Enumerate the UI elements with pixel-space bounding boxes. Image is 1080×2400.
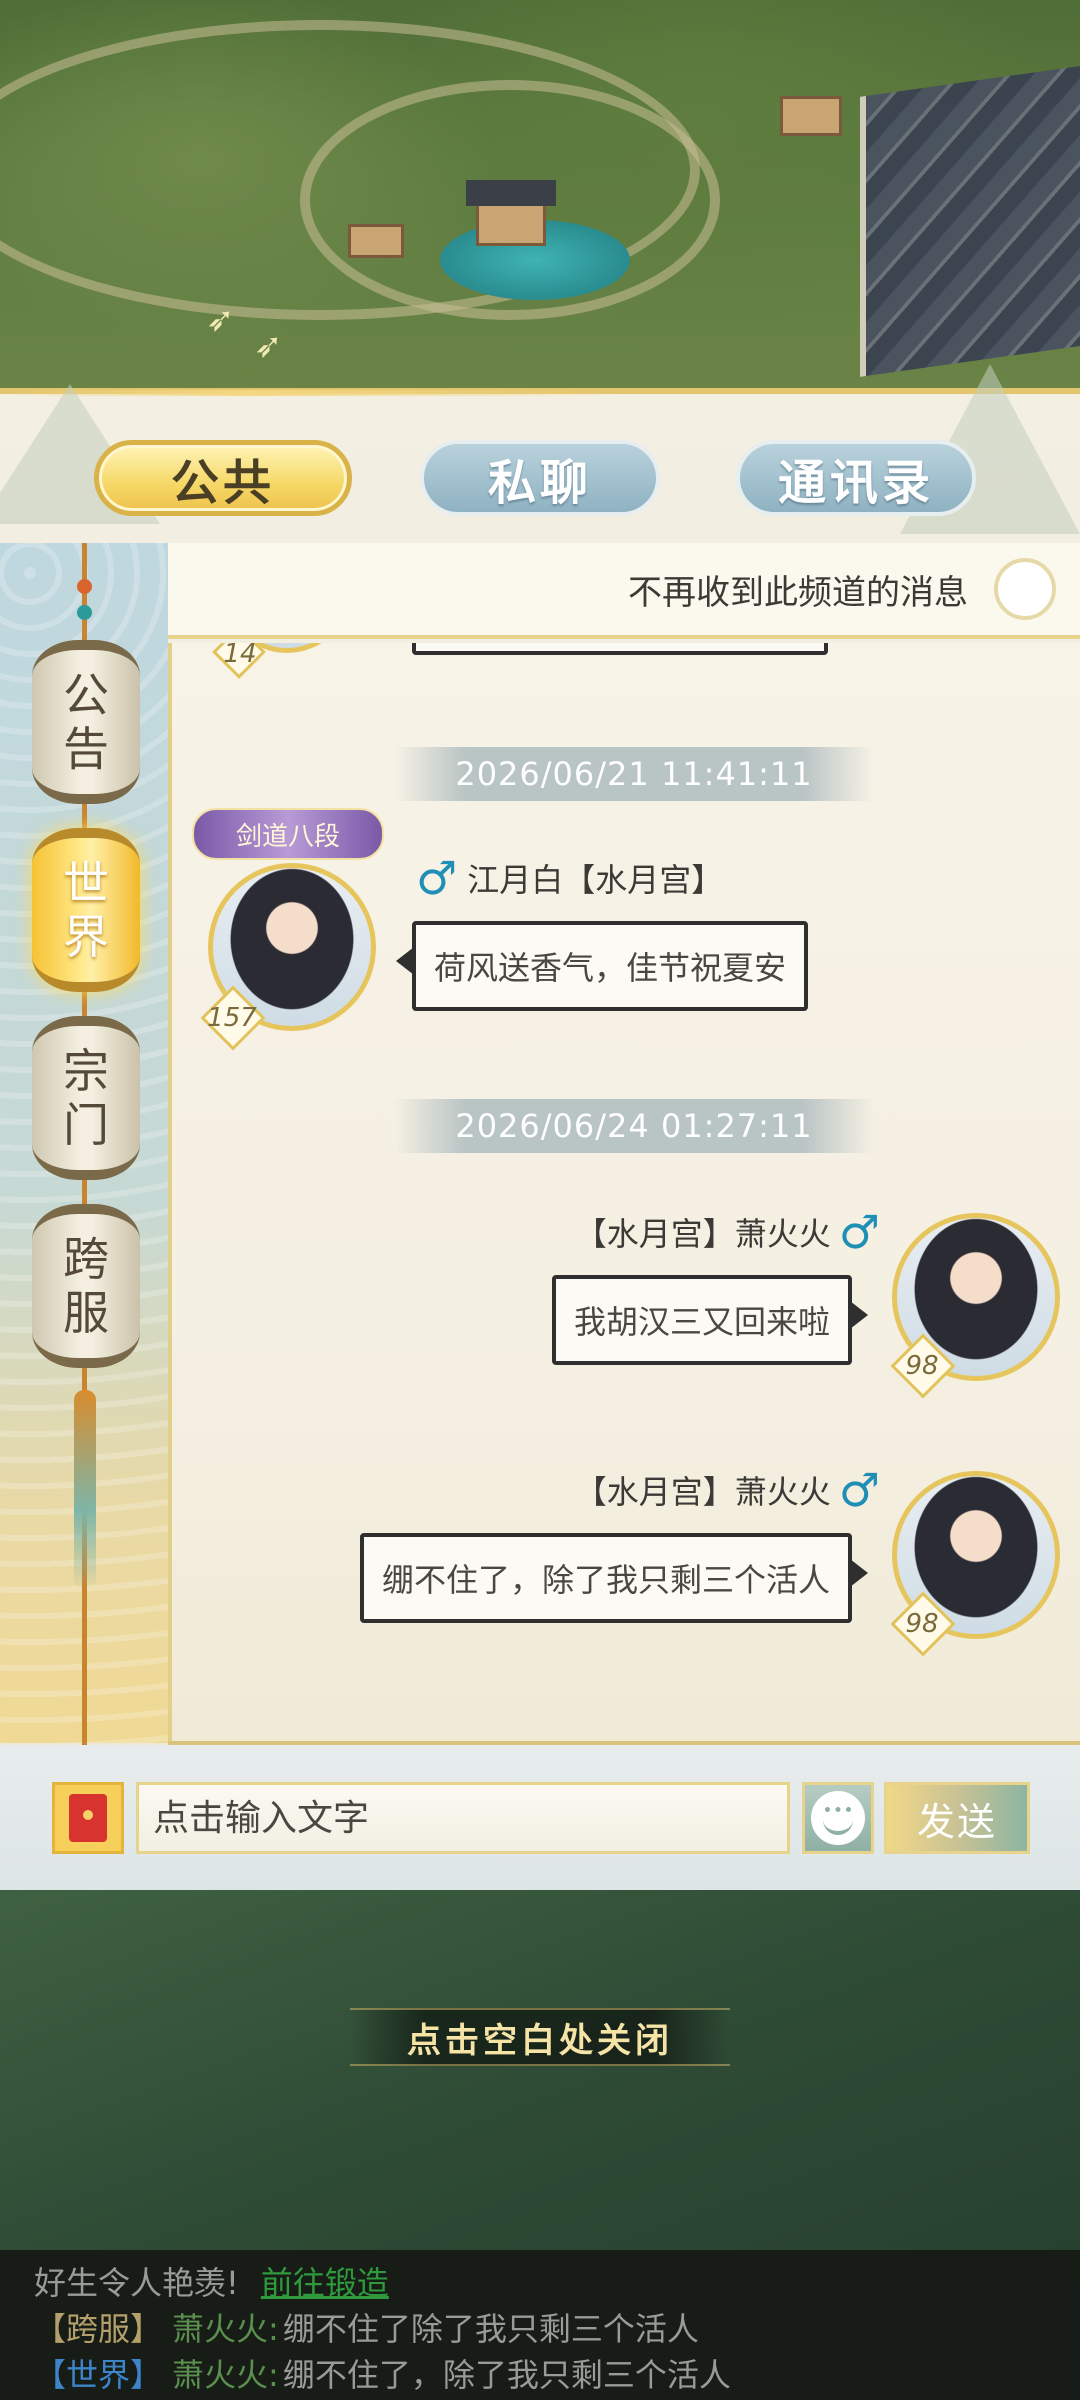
sender-name-line: 【水月宫】萧火火 ♂ bbox=[575, 1209, 880, 1255]
message-bubble: 荷风送香气，佳节祝夏安 bbox=[395, 921, 809, 1011]
tab-contacts[interactable]: 通讯录 bbox=[736, 440, 976, 516]
sidebar-item-label: 世 bbox=[63, 856, 109, 910]
sender-name: 【水月宫】萧火火 bbox=[574, 1473, 831, 1511]
title-badge: 剑道八段 bbox=[192, 808, 384, 860]
message-text: 绷不住了，除了我只剩三个活人 bbox=[381, 1561, 830, 1599]
go-forge-link[interactable]: 前往锻造 bbox=[261, 2258, 389, 2304]
sidebar-item-cross-server[interactable]: 跨 服 bbox=[32, 1204, 140, 1368]
bead bbox=[77, 579, 92, 594]
male-icon: ♂ bbox=[838, 1205, 880, 1259]
message-timestamp: 2026/06/21 11:41:11 bbox=[394, 747, 874, 801]
ticker-line: 好生令人艳羡! 前往锻造 bbox=[34, 2258, 1080, 2304]
game-world-background[interactable]: ➶ ➶ bbox=[0, 0, 1080, 400]
tab-public[interactable]: 公共 bbox=[94, 440, 352, 516]
sender-name: 萧火火: bbox=[172, 2356, 279, 2394]
red-envelope-icon bbox=[69, 1794, 107, 1842]
sidebar-item-world[interactable]: 世 界 bbox=[32, 828, 140, 992]
sender-name: 江月白【水月宫】 bbox=[467, 861, 724, 899]
level-number: 14 bbox=[223, 643, 257, 669]
message-timestamp: 2026/06/24 01:27:11 bbox=[394, 1099, 874, 1153]
ticker-text: 绷不住了除了我只剩三个活人 bbox=[282, 2310, 699, 2348]
ticker-line: 【世界】 萧火火: 绷不住了，除了我只剩三个活人 bbox=[34, 2350, 1080, 2396]
send-button[interactable]: 发送 bbox=[884, 1782, 1030, 1854]
sidebar-item-announcement[interactable]: 公 告 bbox=[32, 640, 140, 804]
building bbox=[780, 96, 842, 136]
lantern-tassel bbox=[74, 1390, 96, 1590]
sender-name: 萧火火: bbox=[172, 2310, 279, 2348]
emoji-button[interactable] bbox=[802, 1782, 874, 1854]
channel-header: 不再收到此频道的消息 bbox=[168, 543, 1080, 639]
sidebar-item-label: 门 bbox=[63, 1098, 109, 1152]
level-number: 98 bbox=[905, 1609, 939, 1639]
sidebar-item-label: 跨 bbox=[63, 1232, 109, 1286]
message-bubble: 绷不住了，除了我只剩三个活人 bbox=[359, 1533, 869, 1623]
tab-private[interactable]: 私聊 bbox=[420, 440, 660, 516]
message-bubble bbox=[412, 643, 828, 655]
building bbox=[348, 224, 404, 258]
mute-channel-label: 不再收到此频道的消息 bbox=[628, 572, 968, 613]
bird-icon: ➶ bbox=[254, 326, 283, 366]
close-overlay-area[interactable] bbox=[0, 1890, 1080, 2250]
sidebar-item-label: 公 bbox=[63, 668, 109, 722]
ticker-text: 绷不住了，除了我只剩三个活人 bbox=[282, 2356, 731, 2394]
message-text: 荷风送香气，佳节祝夏安 bbox=[434, 949, 787, 987]
level-number: 157 bbox=[207, 1003, 257, 1033]
channel-tag: 【跨服】 bbox=[34, 2310, 163, 2348]
smiley-icon bbox=[811, 1791, 865, 1845]
message-text: 我胡汉三又回来啦 bbox=[573, 1303, 830, 1341]
channel-tag: 【世界】 bbox=[34, 2356, 163, 2394]
bead bbox=[77, 605, 92, 620]
sidebar-item-label: 告 bbox=[63, 722, 109, 776]
chat-input[interactable] bbox=[136, 1782, 790, 1854]
sidebar-item-label: 服 bbox=[63, 1286, 109, 1340]
message-bubble: 我胡汉三又回来啦 bbox=[551, 1275, 869, 1365]
building bbox=[476, 200, 546, 246]
sidebar-item-sect[interactable]: 宗 门 bbox=[32, 1016, 140, 1180]
ticker-line: 【跨服】 萧火火: 绷不住了除了我只剩三个活人 bbox=[34, 2304, 1080, 2350]
mute-channel-toggle[interactable] bbox=[994, 558, 1056, 620]
sender-name-line: 【水月宫】萧火火 ♂ bbox=[575, 1467, 880, 1513]
close-hint[interactable]: 点击空白处关闭 bbox=[350, 2008, 730, 2066]
roof bbox=[466, 180, 556, 206]
male-icon: ♂ bbox=[416, 851, 458, 905]
male-icon: ♂ bbox=[838, 1463, 880, 1517]
castle-walls bbox=[860, 63, 1080, 377]
level-number: 98 bbox=[905, 1351, 939, 1381]
chat-ticker[interactable]: 好生令人艳羡! 前往锻造 【跨服】 萧火火: 绷不住了除了我只剩三个活人 【世界… bbox=[0, 2250, 1080, 2400]
sender-name: 【水月宫】萧火火 bbox=[574, 1215, 831, 1253]
red-packet-button[interactable] bbox=[52, 1782, 124, 1854]
ticker-text: 好生令人艳羡! bbox=[34, 2264, 239, 2302]
sender-name-line: ♂ 江月白【水月宫】 bbox=[416, 855, 723, 901]
sidebar-item-label: 宗 bbox=[63, 1044, 109, 1098]
sidebar-item-label: 界 bbox=[63, 910, 109, 964]
channel-tabs: 公共 私聊 通讯录 bbox=[0, 440, 1080, 520]
bird-icon: ➶ bbox=[206, 300, 235, 340]
